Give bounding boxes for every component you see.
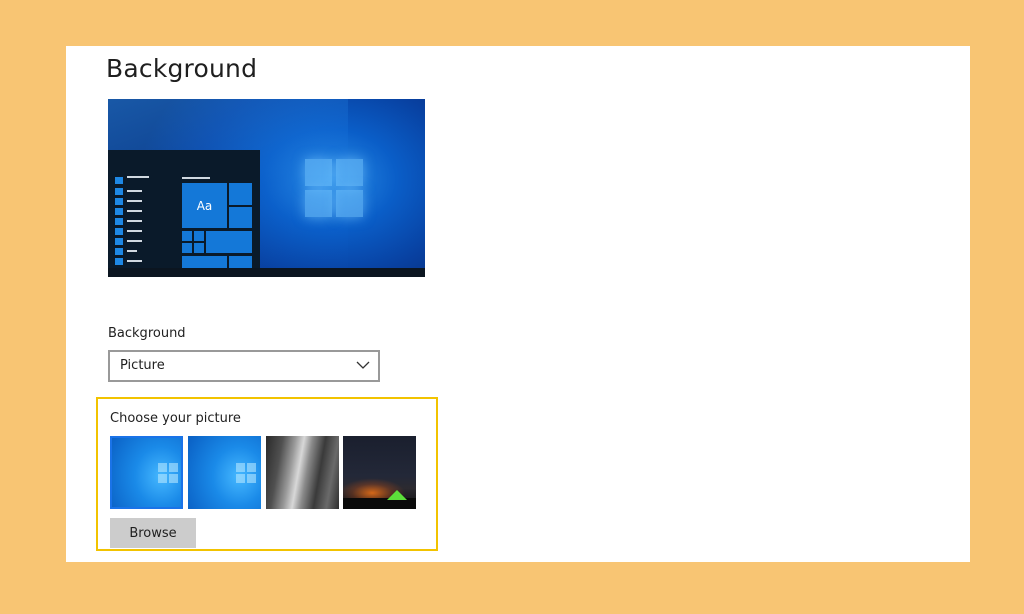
app-list-icon (115, 258, 123, 265)
desktop-preview: Aa (108, 99, 425, 277)
app-list-line (127, 210, 142, 212)
app-list-icon (115, 228, 123, 235)
settings-panel: Background Aa Background Picture Choose … (66, 46, 970, 562)
live-tile (194, 231, 204, 241)
app-list-line (127, 190, 142, 192)
live-tile (206, 231, 252, 253)
background-label: Background (108, 326, 186, 341)
picture-thumbnail-rock[interactable] (266, 436, 339, 509)
app-list-icon (115, 238, 123, 245)
chevron-down-icon (356, 361, 370, 369)
app-list-line (127, 200, 142, 202)
app-list-icon (115, 177, 123, 184)
live-tile (182, 243, 192, 253)
app-list-line (127, 176, 149, 178)
app-list-icon (115, 218, 123, 225)
picture-thumbnail-windows[interactable] (188, 436, 261, 509)
tiles-header-line (182, 177, 210, 179)
live-tile (229, 183, 252, 205)
app-list-icon (115, 208, 123, 215)
live-tile (194, 243, 204, 253)
start-menu-preview: Aa (108, 150, 260, 269)
app-list-line (127, 240, 142, 242)
app-list-icon (115, 198, 123, 205)
live-tile-aa: Aa (182, 183, 227, 228)
app-list-icon (115, 248, 123, 255)
browse-button[interactable]: Browse (110, 518, 196, 548)
live-tile (182, 231, 192, 241)
windows-logo-icon (236, 463, 256, 483)
app-list-line (127, 220, 142, 222)
windows-logo-icon (305, 159, 363, 217)
app-list-line (127, 260, 142, 262)
picture-thumbnail-windows-light[interactable] (110, 436, 183, 509)
picture-thumbnail-night-sky[interactable] (343, 436, 416, 509)
app-list-line (127, 230, 142, 232)
app-list-line (127, 250, 137, 252)
app-list-icon (115, 188, 123, 195)
tent-shape (387, 490, 407, 500)
windows-logo-icon (158, 463, 178, 483)
page-title: Background (106, 54, 258, 83)
choose-picture-section: Choose your picture Browse (96, 397, 438, 551)
background-dropdown-value: Picture (120, 358, 165, 373)
live-tile (229, 207, 252, 228)
background-dropdown[interactable]: Picture (108, 350, 380, 382)
taskbar-preview (108, 268, 425, 277)
choose-picture-label: Choose your picture (110, 411, 241, 426)
